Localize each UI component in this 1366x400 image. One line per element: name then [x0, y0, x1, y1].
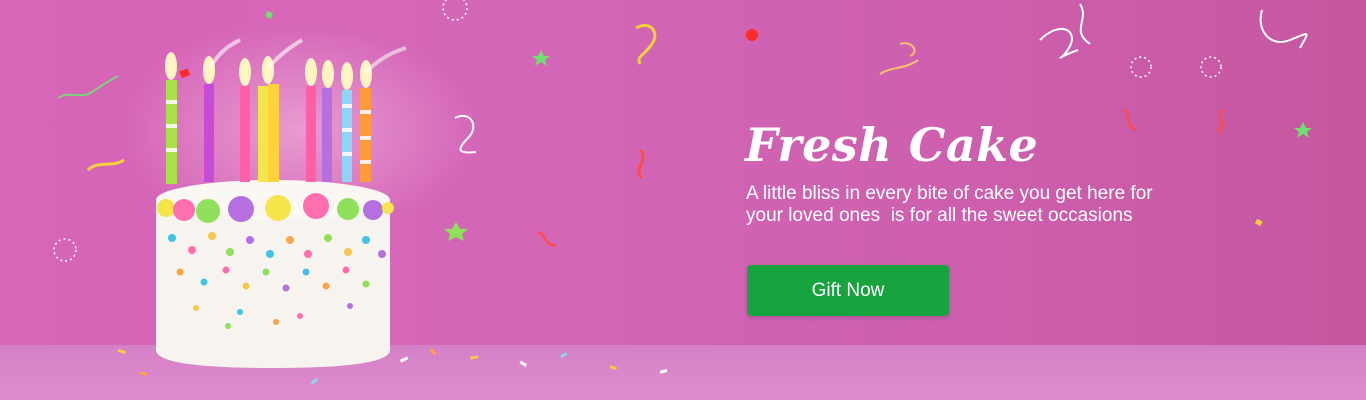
banner-description-line: your loved ones is for all the sweet occ…: [746, 205, 1133, 226]
gift-now-button[interactable]: Gift Now: [747, 265, 949, 316]
banner-headline: Fresh Cake: [745, 118, 1039, 172]
banner-description: A little bliss in every bite of cake you…: [746, 183, 1286, 227]
hero-banner: Fresh Cake A little bliss in every bite …: [0, 0, 1366, 400]
banner-description-line: A little bliss in every bite of cake you…: [746, 183, 1153, 204]
candles: [166, 80, 371, 184]
candle-flames: [165, 38, 407, 90]
birthday-cake-image: [117, 38, 668, 386]
